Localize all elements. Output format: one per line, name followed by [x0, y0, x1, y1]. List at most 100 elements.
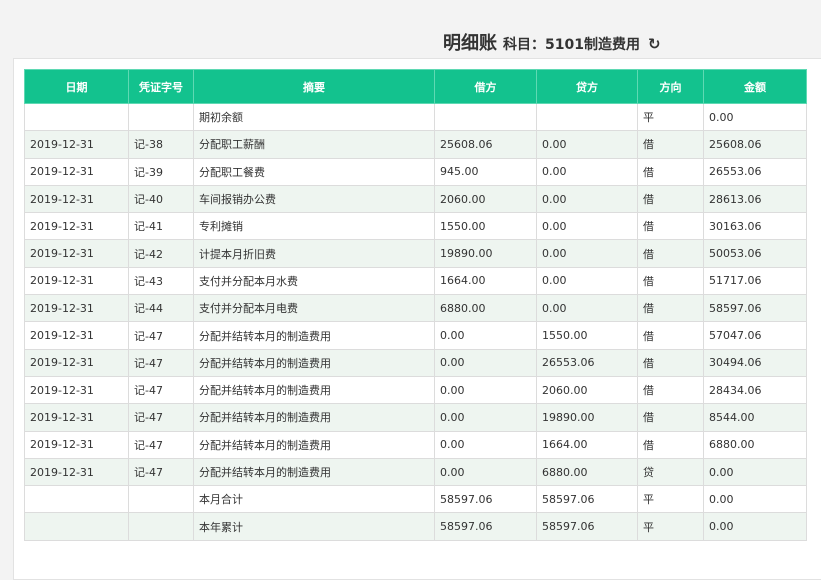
cell-debit: 0.00	[434, 457, 537, 487]
cell-voucher: 记-47	[128, 321, 194, 350]
cell-summary: 支付并分配本月电费	[193, 294, 435, 323]
cell-debit: 2060.00	[434, 184, 537, 214]
cell-date: 2019-12-31	[24, 457, 129, 487]
column-header-voucher: 凭证字号	[128, 69, 194, 104]
cell-date: 2019-12-31	[24, 348, 129, 377]
cell-credit: 1550.00	[536, 321, 638, 350]
cell-summary: 专利摊销	[193, 212, 435, 241]
subject-label: 科目：5101制造费用	[503, 37, 640, 53]
cell-direction: 借	[637, 321, 704, 350]
cell-debit: 58597.06	[434, 485, 537, 514]
cell-date	[24, 512, 129, 541]
cell-credit: 0.00	[536, 266, 638, 296]
cell-balance: 0.00	[703, 485, 807, 514]
cell-direction: 借	[637, 184, 704, 214]
cell-summary: 分配并结转本月的制造费用	[193, 430, 435, 459]
cell-voucher: 记-47	[128, 430, 194, 459]
cell-direction: 平	[637, 102, 704, 132]
table-row: 2019-12-31 记-47 分配并结转本月的制造费用 0.00 1550.00 借 57…	[24, 321, 807, 350]
cell-credit: 0.00	[536, 239, 638, 268]
cell-direction: 借	[637, 403, 704, 432]
cell-credit: 26553.06	[536, 348, 638, 377]
cell-credit: 58597.06	[536, 485, 638, 514]
table-row: 2019-12-31 记-41 专利摊销 1550.00 0.00 借 30163.06	[24, 212, 807, 241]
ledger-table: 日期 凭证字号 摘要 借方 贷方 方向 金额 期初余额平 0.00 2019-12-31 记-38…	[24, 69, 807, 541]
cell-credit: 2060.00	[536, 375, 638, 405]
cell-direction: 借	[637, 294, 704, 323]
cell-balance: 0.00	[703, 512, 807, 541]
table-row: 2019-12-31 记-44 支付并分配本月电费 6880.00 0.00 借 58597…	[24, 294, 807, 323]
cell-summary: 期初余额	[193, 102, 435, 132]
cell-balance: 26553.06	[703, 157, 807, 186]
cell-debit: 25608.06	[434, 130, 537, 159]
cell-balance: 30163.06	[703, 212, 807, 241]
table-header-row: 日期 凭证字号 摘要 借方 贷方 方向 金额	[24, 69, 807, 104]
cell-date: 2019-12-31	[24, 239, 129, 268]
cell-direction: 平	[637, 485, 704, 514]
column-header-credit: 贷方	[536, 69, 638, 104]
cell-voucher: 记-39	[128, 157, 194, 186]
cell-direction: 借	[637, 212, 704, 241]
cell-balance: 0.00	[703, 102, 807, 132]
cell-balance: 30494.06	[703, 348, 807, 377]
cell-debit: 0.00	[434, 375, 537, 405]
cell-summary: 分配并结转本月的制造费用	[193, 457, 435, 487]
cell-summary: 分配并结转本月的制造费用	[193, 375, 435, 405]
cell-debit: 58597.06	[434, 512, 537, 541]
cell-voucher: 记-41	[128, 212, 194, 241]
refresh-icon[interactable]: ↻	[648, 35, 661, 53]
cell-balance: 28613.06	[703, 184, 807, 214]
cell-credit: 0.00	[536, 130, 638, 159]
cell-debit: 1550.00	[434, 212, 537, 241]
cell-date: 2019-12-31	[24, 212, 129, 241]
page-title: 明细账 科目：5101制造费用 ↻	[443, 29, 661, 54]
cell-date	[24, 485, 129, 514]
cell-credit: 0.00	[536, 157, 638, 186]
cell-debit: 945.00	[434, 157, 537, 186]
cell-direction: 借	[637, 266, 704, 296]
cell-date: 2019-12-31	[24, 403, 129, 432]
cell-voucher: 记-40	[128, 184, 194, 214]
cell-summary: 车间报销办公费	[193, 184, 435, 214]
cell-credit: 0.00	[536, 294, 638, 323]
table-row: 本月合计 58597.06 58597.06 平 0.00	[24, 485, 807, 514]
cell-voucher: 记-44	[128, 294, 194, 323]
table-row: 2019-12-31 记-47 分配并结转本月的制造费用 0.00 6880.00 贷 0.…	[24, 457, 807, 487]
cell-voucher: 记-47	[128, 375, 194, 405]
cell-summary: 分配并结转本月的制造费用	[193, 348, 435, 377]
cell-summary: 分配职工薪酬	[193, 130, 435, 159]
column-header-date: 日期	[24, 69, 129, 104]
cell-credit: 0.00	[536, 184, 638, 214]
cell-voucher	[128, 102, 194, 132]
cell-debit: 0.00	[434, 321, 537, 350]
table-row: 2019-12-31 记-38 分配职工薪酬 25608.06 0.00 借 25608.0…	[24, 130, 807, 159]
cell-credit: 1664.00	[536, 430, 638, 459]
cell-balance: 6880.00	[703, 430, 807, 459]
cell-summary: 计提本月折旧费	[193, 239, 435, 268]
cell-summary: 本年累计	[193, 512, 435, 541]
cell-debit: 1664.00	[434, 266, 537, 296]
cell-credit: 0.00	[536, 212, 638, 241]
cell-direction: 借	[637, 157, 704, 186]
table-row: 本年累计 58597.06 58597.06 平 0.00	[24, 512, 807, 541]
table-row: 2019-12-31 记-43 支付并分配本月水费 1664.00 0.00 借 51717…	[24, 266, 807, 296]
table-row: 2019-12-31 记-40 车间报销办公费 2060.00 0.00 借 28613.0…	[24, 184, 807, 214]
cell-voucher	[128, 512, 194, 541]
column-header-direction: 方向	[637, 69, 704, 104]
cell-summary: 分配职工餐费	[193, 157, 435, 186]
cell-debit: 0.00	[434, 348, 537, 377]
cell-date: 2019-12-31	[24, 294, 129, 323]
cell-balance: 25608.06	[703, 130, 807, 159]
table-row: 2019-12-31 记-47 分配并结转本月的制造费用 0.00 1664.00 借 68…	[24, 430, 807, 459]
table-row: 2019-12-31 记-47 分配并结转本月的制造费用 0.00 26553.06 借 3…	[24, 348, 807, 377]
cell-date: 2019-12-31	[24, 184, 129, 214]
cell-direction: 贷	[637, 457, 704, 487]
cell-voucher: 记-47	[128, 457, 194, 487]
cell-direction: 借	[637, 375, 704, 405]
cell-direction: 借	[637, 430, 704, 459]
cell-date: 2019-12-31	[24, 321, 129, 350]
cell-summary: 分配并结转本月的制造费用	[193, 403, 435, 432]
cell-summary: 支付并分配本月水费	[193, 266, 435, 296]
column-header-summary: 摘要	[193, 69, 435, 104]
cell-summary: 本月合计	[193, 485, 435, 514]
